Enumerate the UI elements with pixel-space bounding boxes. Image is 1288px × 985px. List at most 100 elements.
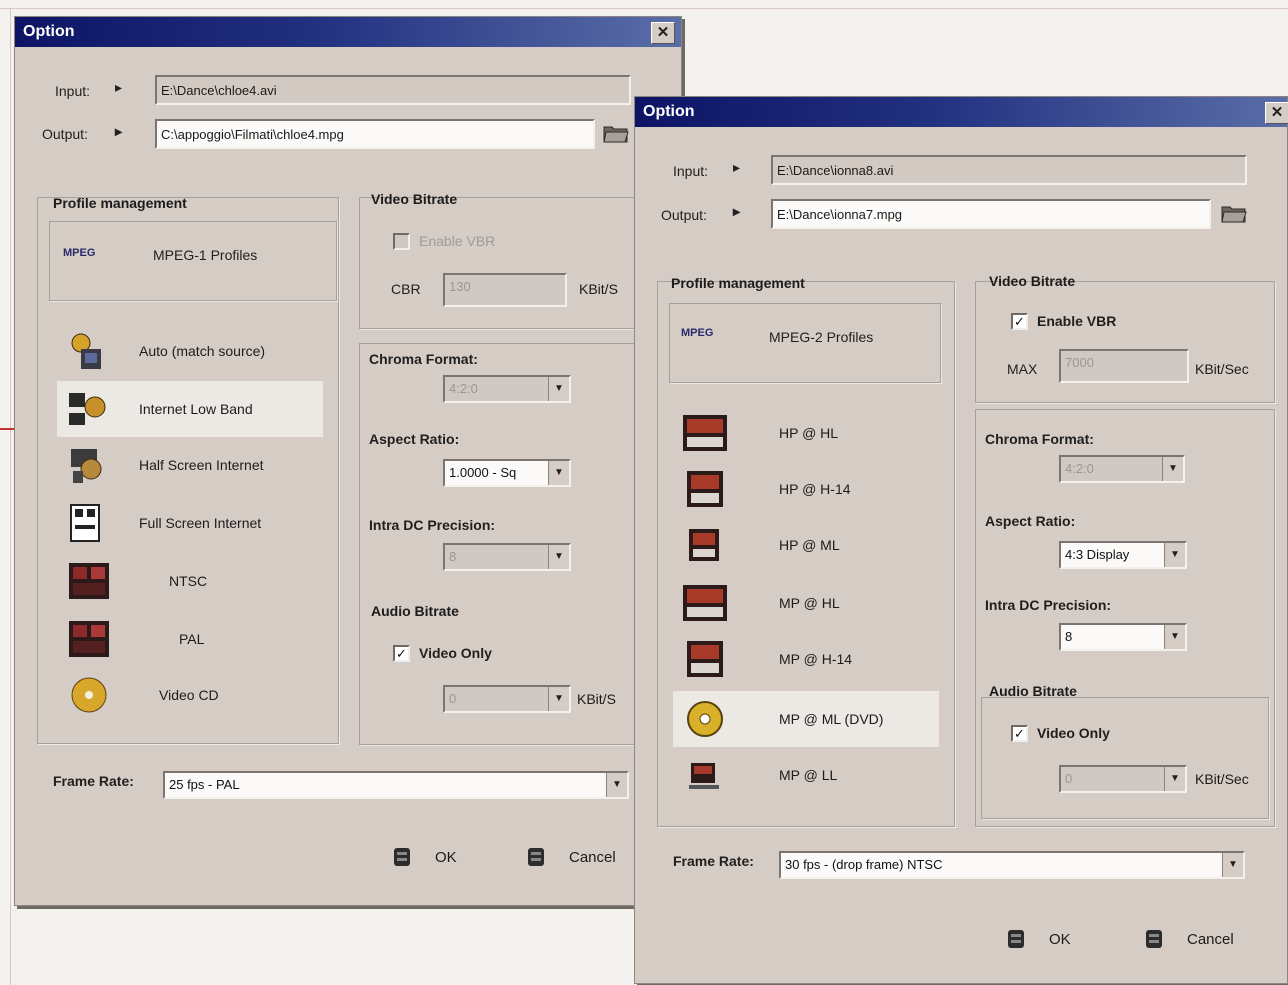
video-only-checkbox[interactable]: ✓ (393, 645, 410, 662)
mp-ll-icon (689, 763, 719, 789)
chroma-format-value: 4:2:0 (1065, 461, 1094, 476)
aspect-ratio-label: Aspect Ratio: (369, 431, 460, 447)
profile-mp-ll[interactable]: MP @ LL (673, 747, 939, 803)
output-path-field[interactable]: C:\appoggio\Filmati\chloe4.mpg (155, 119, 595, 149)
output-path-field[interactable]: E:\Dance\ionna7.mpg (771, 199, 1211, 229)
output-label: Output: (661, 207, 707, 223)
video-cd-icon (71, 677, 107, 713)
profile-ntsc[interactable]: NTSC (57, 553, 327, 609)
mp-hl-icon (683, 585, 727, 621)
profile-mp-h14[interactable]: MP @ H-14 (673, 631, 939, 687)
ntsc-icon (69, 563, 109, 599)
aspect-ratio-value: 1.0000 - Sq (449, 465, 517, 480)
frame-rate-select[interactable]: 25 fps - PAL ▼ (163, 771, 629, 799)
audio-bitrate-select[interactable]: 0 ▼ (443, 685, 571, 713)
close-button[interactable]: ✕ (1265, 102, 1288, 124)
output-mpg-icon: ▸ (733, 203, 741, 219)
profile-hp-ml[interactable]: HP @ ML (673, 517, 939, 573)
chevron-down-icon[interactable]: ▼ (1162, 457, 1183, 481)
close-button[interactable]: ✕ (651, 22, 675, 44)
profile-internet-low-band[interactable]: Internet Low Band (57, 381, 323, 437)
chroma-format-select[interactable]: 4:2:0 ▼ (443, 375, 571, 403)
cancel-button[interactable]: Cancel (525, 839, 616, 875)
internet-low-band-icon (69, 393, 106, 425)
dialog-titlebar[interactable]: Option ✕ (15, 17, 681, 47)
hp-ml-icon (689, 529, 719, 561)
input-arrow-icon: ▸ (733, 159, 741, 175)
browse-folder-icon[interactable] (603, 123, 629, 143)
profile-auto[interactable]: Auto (match source) (57, 323, 327, 379)
intra-dc-label: Intra DC Precision: (985, 597, 1112, 613)
chevron-down-icon[interactable]: ▼ (548, 377, 569, 401)
profile-hp-hl[interactable]: HP @ HL (673, 405, 939, 461)
audio-bitrate-select[interactable]: 0 ▼ (1059, 765, 1187, 793)
chevron-down-icon[interactable]: ▼ (606, 773, 627, 797)
mp-h14-icon (687, 641, 723, 677)
enable-vbr-label: Enable VBR (1037, 313, 1117, 329)
frame-line-top (0, 8, 1288, 9)
output-mpg-icon: ▸ (115, 123, 123, 139)
profile-video-cd[interactable]: Video CD (57, 667, 327, 723)
profile-management-title: Profile management (53, 195, 187, 211)
max-label: MAX (1007, 361, 1038, 377)
aspect-ratio-select[interactable]: 1.0000 - Sq ▼ (443, 459, 571, 487)
ok-button[interactable]: OK (1005, 921, 1071, 957)
browse-folder-icon[interactable] (1221, 203, 1247, 223)
video-bitrate-title: Video Bitrate (989, 273, 1076, 289)
profile-label: Auto (match source) (139, 343, 266, 359)
profile-mp-hl[interactable]: MP @ HL (673, 575, 939, 631)
profile-pal[interactable]: PAL (57, 611, 327, 667)
chroma-format-label: Chroma Format: (985, 431, 1094, 447)
pal-icon (69, 621, 109, 657)
chevron-down-icon[interactable]: ▼ (548, 461, 569, 485)
chevron-down-icon[interactable]: ▼ (548, 687, 569, 711)
profile-half-screen-internet[interactable]: Half Screen Internet (57, 437, 327, 493)
profile-management-title: Profile management (671, 275, 805, 291)
profile-label: MP @ LL (779, 767, 838, 783)
auto-profile-icon (71, 333, 101, 369)
enable-vbr-checkbox[interactable]: ✓ (1011, 313, 1028, 330)
cancel-button[interactable]: Cancel (1143, 921, 1234, 957)
ok-label: OK (1049, 930, 1071, 948)
profile-full-screen-internet[interactable]: Full Screen Internet (57, 495, 327, 551)
enable-vbr-checkbox[interactable] (393, 233, 410, 250)
ok-button[interactable]: OK (391, 839, 457, 875)
option-dialog-mpeg1: Option ✕ Input: ▸ E:\Dance\chloe4.avi Ou… (14, 16, 682, 906)
dialog-titlebar[interactable]: Option ✕ (635, 97, 1288, 127)
chevron-down-icon[interactable]: ▼ (1164, 767, 1185, 791)
profile-mp-ml-dvd[interactable]: MP @ ML (DVD) (673, 691, 939, 747)
profile-set-label: MPEG-1 Profiles (153, 247, 258, 263)
audio-unit: KBit/Sec (1195, 771, 1249, 787)
output-label: Output: (42, 126, 88, 142)
aspect-ratio-select[interactable]: 4:3 Display ▼ (1059, 541, 1187, 569)
cbr-field[interactable]: 130 (443, 273, 567, 307)
audio-unit: KBit/S (577, 691, 616, 707)
input-path-field[interactable]: E:\Dance\chloe4.avi (155, 75, 631, 105)
dialog-title: Option (643, 103, 695, 120)
intra-dc-select[interactable]: 8 ▼ (1059, 623, 1187, 651)
input-path-field[interactable]: E:\Dance\ionna8.avi (771, 155, 1247, 185)
profile-label: MP @ H-14 (779, 651, 853, 667)
cancel-icon (528, 848, 544, 866)
aspect-ratio-label: Aspect Ratio: (985, 513, 1076, 529)
chevron-down-icon[interactable]: ▼ (1164, 625, 1185, 649)
frame-rate-label: Frame Rate: (673, 853, 754, 869)
profile-label: Full Screen Internet (139, 515, 262, 531)
frame-rate-label: Frame Rate: (53, 773, 134, 789)
intra-dc-value: 8 (1065, 629, 1073, 644)
mpeg-logo-icon: MPEG (63, 247, 96, 259)
video-only-checkbox[interactable]: ✓ (1011, 725, 1028, 742)
profile-label: NTSC (169, 573, 208, 589)
chevron-down-icon[interactable]: ▼ (548, 545, 569, 569)
intra-dc-select[interactable]: 8 ▼ (443, 543, 571, 571)
profile-set-label: MPEG-2 Profiles (769, 329, 874, 345)
hp-hl-icon (683, 415, 727, 451)
chevron-down-icon[interactable]: ▼ (1222, 853, 1243, 877)
chevron-down-icon[interactable]: ▼ (1164, 543, 1185, 567)
chroma-format-select[interactable]: 4:2:0 ▼ (1059, 455, 1185, 483)
option-dialog-mpeg2: Option ✕ Input: ▸ E:\Dance\ionna8.avi Ou… (634, 96, 1288, 984)
frame-rate-select[interactable]: 30 fps - (drop frame) NTSC ▼ (779, 851, 1245, 879)
audio-bitrate-value: 0 (449, 691, 457, 706)
profile-hp-h14[interactable]: HP @ H-14 (673, 461, 939, 517)
max-bitrate-field[interactable]: 7000 (1059, 349, 1189, 383)
